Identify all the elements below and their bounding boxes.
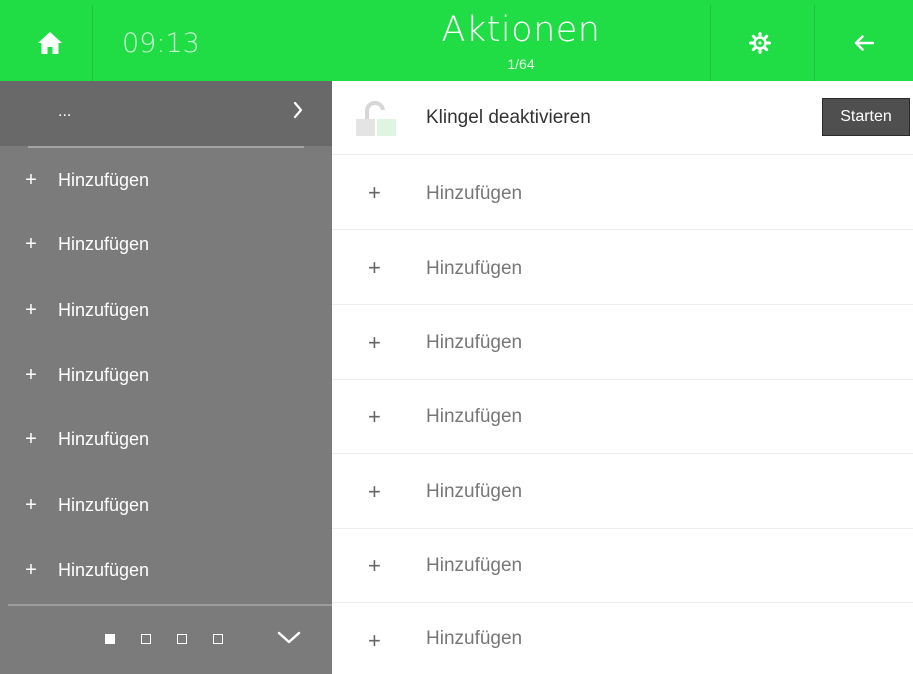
sidebar-item-add[interactable]: + Hinzufügen: [0, 485, 332, 525]
chevron-right-icon[interactable]: [290, 99, 306, 121]
sidebar-header-label: ...: [58, 103, 72, 120]
page-dot[interactable]: [141, 634, 151, 644]
action-label: Klingel deaktivieren: [426, 107, 591, 128]
page-title: Aktionen: [441, 10, 601, 50]
add-action-row[interactable]: + Hinzufügen: [332, 231, 913, 305]
home-icon: [38, 32, 62, 54]
sidebar-item-label: Hinzufügen: [58, 494, 150, 515]
page-dot[interactable]: [177, 634, 187, 644]
add-action-label: Hinzufügen: [426, 406, 523, 427]
plus-icon: +: [25, 494, 37, 516]
home-button[interactable]: [8, 5, 92, 81]
add-action-label: Hinzufügen: [426, 332, 523, 353]
add-action-row[interactable]: + Hinzufügen: [332, 604, 913, 674]
plus-icon: +: [25, 169, 37, 191]
arrow-left-icon: [854, 35, 874, 51]
plus-icon: +: [368, 553, 381, 578]
plus-icon: +: [25, 299, 37, 321]
settings-button[interactable]: [710, 5, 810, 81]
sidebar-footer-divider: [8, 604, 332, 606]
add-action-label: Hinzufügen: [426, 183, 523, 204]
add-action-label: Hinzufügen: [426, 258, 523, 279]
sidebar-item-label: Hinzufügen: [58, 233, 150, 254]
add-action-label: Hinzufügen: [426, 628, 523, 649]
page-counter: 1/64: [507, 56, 535, 72]
plus-icon: +: [368, 404, 381, 429]
sidebar-item-add[interactable]: + Hinzufügen: [0, 419, 332, 459]
sidebar-item-add[interactable]: + Hinzufügen: [0, 224, 332, 264]
settings-gear-icon: [749, 32, 771, 54]
plus-icon: +: [25, 364, 37, 386]
action-list: Klingel deaktivieren Starten + Hinzufüge…: [332, 81, 913, 674]
action-row[interactable]: Klingel deaktivieren Starten: [332, 81, 913, 155]
add-action-row[interactable]: + Hinzufügen: [332, 529, 913, 603]
plus-icon: +: [368, 180, 381, 205]
plus-icon: +: [25, 428, 37, 450]
sidebar-item-label: Hinzufügen: [58, 559, 150, 580]
page-dot-active[interactable]: [105, 634, 115, 644]
sidebar-header-underline: [28, 146, 304, 148]
start-button[interactable]: Starten: [822, 98, 910, 136]
add-action-row[interactable]: + Hinzufügen: [332, 380, 913, 454]
plus-icon: +: [368, 255, 381, 280]
chevron-down-icon[interactable]: [276, 629, 302, 647]
door-unlock-icon: [356, 100, 396, 136]
page-dot[interactable]: [213, 634, 223, 644]
sidebar-item-add[interactable]: + Hinzufügen: [0, 355, 332, 395]
sidebar-item-label: Hinzufügen: [58, 428, 150, 449]
plus-icon: +: [25, 233, 37, 255]
sidebar-item-add[interactable]: + Hinzufügen: [0, 160, 332, 200]
sidebar-header[interactable]: ...: [0, 81, 332, 146]
add-action-label: Hinzufügen: [426, 555, 523, 576]
add-action-row[interactable]: + Hinzufügen: [332, 156, 913, 230]
header-bar: 09:13 Aktionen 1/64: [0, 0, 913, 81]
sidebar: ... + Hinzufügen + Hinzufügen + Hinzufüg…: [0, 81, 332, 674]
clock-time: 09:13: [122, 27, 200, 59]
plus-icon: +: [25, 559, 37, 581]
add-action-row[interactable]: + Hinzufügen: [332, 306, 913, 380]
sidebar-item-add[interactable]: + Hinzufügen: [0, 290, 332, 330]
plus-icon: +: [368, 628, 381, 653]
sidebar-item-label: Hinzufügen: [58, 169, 150, 190]
add-action-label: Hinzufügen: [426, 481, 523, 502]
plus-icon: +: [368, 330, 381, 355]
sidebar-item-add[interactable]: + Hinzufügen: [0, 550, 332, 590]
plus-icon: +: [368, 479, 381, 504]
pagination-dots: [105, 634, 223, 644]
back-button[interactable]: [814, 5, 913, 81]
add-action-row[interactable]: + Hinzufügen: [332, 455, 913, 529]
sidebar-item-label: Hinzufügen: [58, 299, 150, 320]
sidebar-item-label: Hinzufügen: [58, 364, 150, 385]
